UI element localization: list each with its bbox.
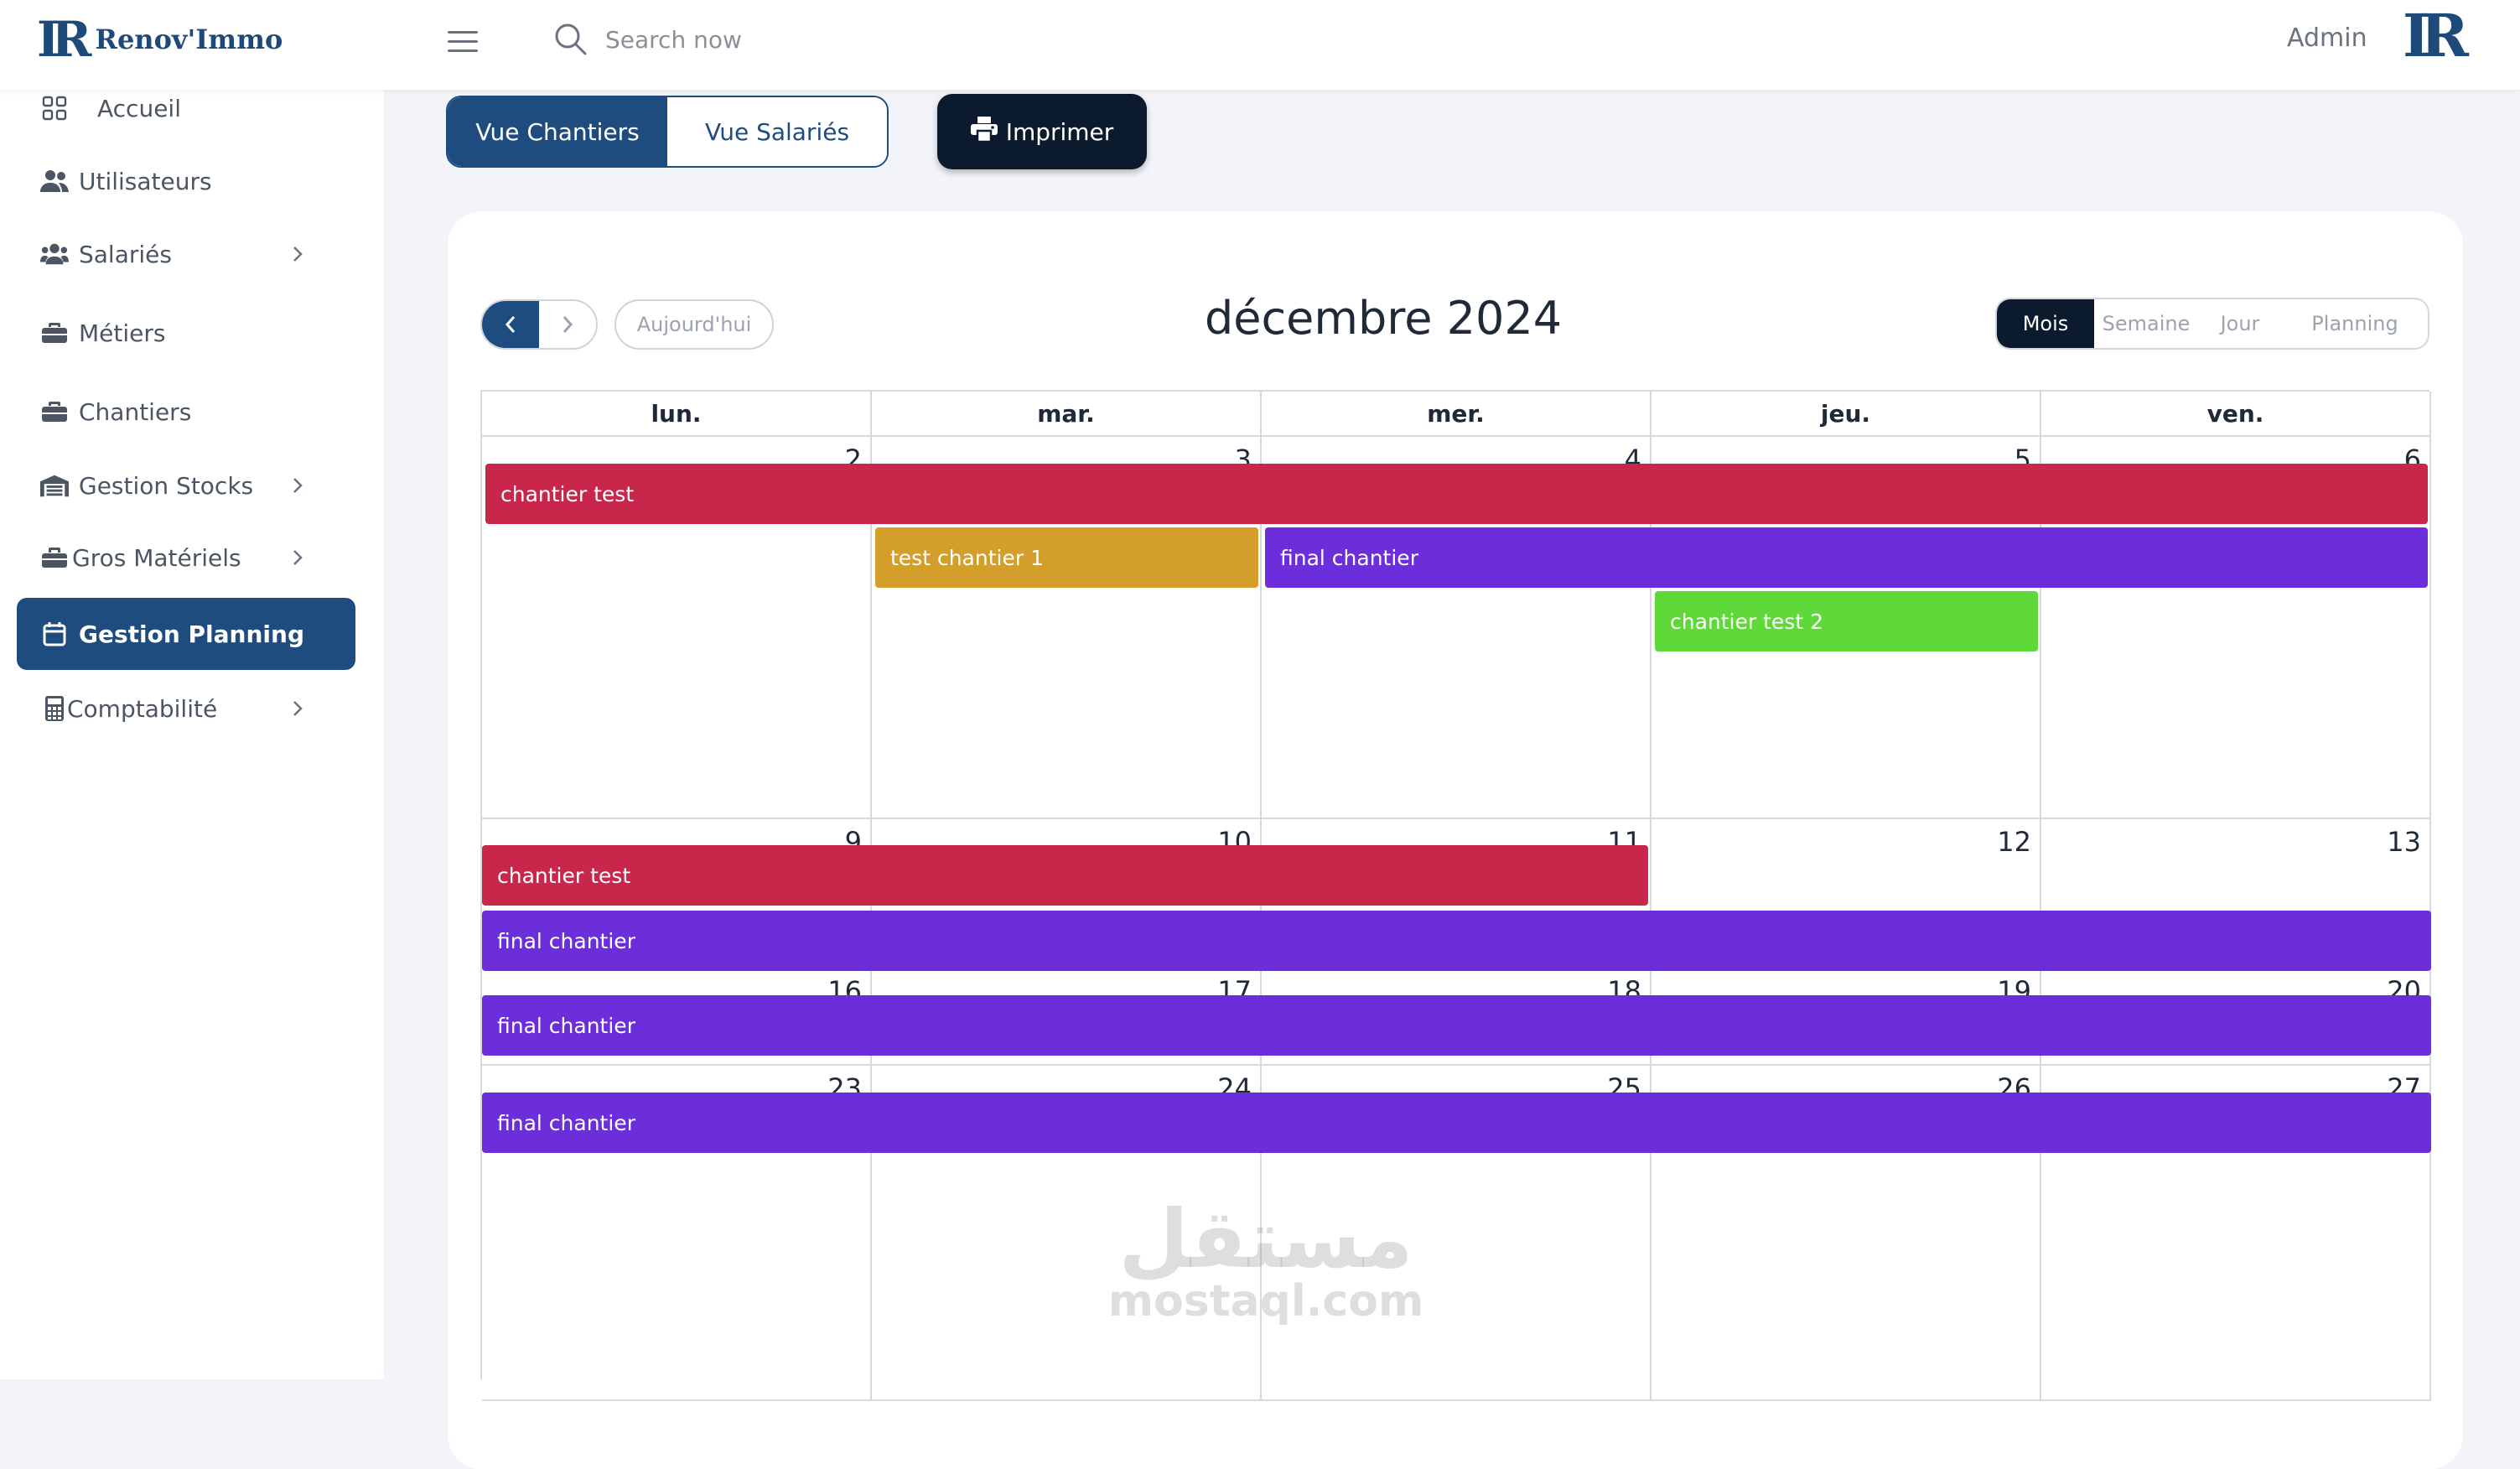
search-bar bbox=[553, 22, 942, 57]
sidebar-item-label: Comptabilité bbox=[67, 694, 218, 723]
view-toggle-group: Vue Chantiers Vue Salariés bbox=[446, 96, 889, 168]
view-planning-button[interactable]: Planning bbox=[2282, 299, 2428, 348]
grid-icon bbox=[40, 94, 69, 122]
calendar-event[interactable]: test chantier 1 bbox=[875, 527, 1258, 588]
view-day-button[interactable]: Jour bbox=[2198, 299, 2282, 348]
day-number[interactable]: 13 bbox=[2387, 826, 2421, 858]
sidebar-item-gros-materiels[interactable]: Gros Matériels bbox=[17, 522, 355, 594]
calendar-event[interactable]: chantier test bbox=[482, 845, 1648, 906]
vue-chantiers-button[interactable]: Vue Chantiers bbox=[448, 97, 667, 166]
sidebar-item-utilisateurs[interactable]: Utilisateurs bbox=[17, 145, 355, 217]
view-week-button[interactable]: Semaine bbox=[2094, 299, 2198, 348]
calendar-grid: lun. mar. mer. jeu. ven. 2 3 4 5 6 9 10 11 12 13 16 17 18… bbox=[480, 390, 2431, 1401]
weekday-header: mar. bbox=[872, 392, 1262, 437]
sidebar-item-label: Métiers bbox=[79, 319, 166, 347]
app-logo[interactable]: IR Renov'Immo bbox=[37, 15, 283, 64]
chevron-right-icon bbox=[285, 241, 310, 267]
users-icon bbox=[40, 167, 69, 195]
weekday-header: lun. bbox=[482, 392, 872, 437]
sidebar-item-salaries[interactable]: Salariés bbox=[17, 218, 355, 290]
chevron-right-icon bbox=[285, 545, 310, 570]
sidebar-item-chantiers[interactable]: Chantiers bbox=[17, 376, 355, 448]
calendar-view-switch: Mois Semaine Jour Planning bbox=[1995, 298, 2429, 350]
calendar-event[interactable]: final chantier bbox=[482, 911, 2431, 971]
warehouse-icon bbox=[40, 471, 69, 500]
top-bar: IR Renov'Immo Admin IR bbox=[0, 0, 2520, 90]
sidebar-item-label: Salariés bbox=[79, 240, 172, 268]
chevron-right-icon bbox=[285, 696, 310, 721]
sidebar-item-comptabilite[interactable]: Comptabilité bbox=[17, 672, 355, 745]
sidebar-item-gestion-planning[interactable]: Gestion Planning bbox=[17, 598, 355, 670]
prev-month-button[interactable] bbox=[482, 301, 539, 348]
avatar[interactable]: IR bbox=[2403, 7, 2469, 65]
view-month-button[interactable]: Mois bbox=[1997, 299, 2094, 348]
user-group-icon bbox=[40, 240, 69, 268]
print-button[interactable]: Imprimer bbox=[937, 94, 1147, 169]
briefcase-icon bbox=[40, 319, 69, 347]
briefcase-icon bbox=[40, 397, 69, 426]
sidebar-item-label: Gestion Stocks bbox=[79, 471, 254, 500]
weekday-header: mer. bbox=[1262, 392, 1651, 437]
calendar-event[interactable]: chantier test bbox=[485, 464, 2428, 524]
logo-mark: IR bbox=[37, 11, 91, 68]
user-name[interactable]: Admin bbox=[2287, 23, 2367, 53]
print-label: Imprimer bbox=[1005, 117, 1114, 146]
sidebar-item-label: Accueil bbox=[97, 94, 181, 122]
sidebar-item-label: Utilisateurs bbox=[79, 167, 212, 195]
sidebar: Accueil Utilisateurs Salariés Métiers Ch… bbox=[0, 90, 384, 1379]
calendar-event[interactable]: chantier test 2 bbox=[1655, 591, 2038, 651]
chevron-right-icon bbox=[285, 473, 310, 498]
calendar-icon bbox=[40, 620, 69, 648]
calendar-event[interactable]: final chantier bbox=[1265, 527, 2428, 588]
sidebar-item-label: Gros Matériels bbox=[72, 543, 241, 572]
printer-icon bbox=[970, 116, 1006, 148]
calculator-icon bbox=[40, 694, 69, 723]
sidebar-item-label: Chantiers bbox=[79, 397, 192, 426]
sidebar-item-label: Gestion Planning bbox=[79, 620, 304, 648]
weekday-header: jeu. bbox=[1651, 392, 2041, 437]
app-name: Renov'Immo bbox=[95, 23, 283, 55]
day-number[interactable]: 12 bbox=[1997, 826, 2031, 858]
today-button[interactable]: Aujourd'hui bbox=[614, 299, 774, 350]
toolbox-icon bbox=[40, 543, 69, 572]
vue-salaries-button[interactable]: Vue Salariés bbox=[667, 97, 887, 166]
search-input[interactable] bbox=[604, 24, 942, 55]
sidebar-item-metiers[interactable]: Métiers bbox=[17, 297, 355, 369]
calendar-title: décembre 2024 bbox=[1204, 292, 1563, 345]
sidebar-item-gestion-stocks[interactable]: Gestion Stocks bbox=[17, 449, 355, 522]
next-month-button[interactable] bbox=[539, 301, 596, 348]
search-icon[interactable] bbox=[553, 22, 589, 57]
weekday-header: ven. bbox=[2041, 392, 2431, 437]
calendar-nav bbox=[480, 299, 598, 350]
calendar-event[interactable]: final chantier bbox=[482, 1093, 2431, 1153]
calendar-event[interactable]: final chantier bbox=[482, 995, 2431, 1056]
menu-toggle-icon[interactable] bbox=[448, 29, 480, 55]
